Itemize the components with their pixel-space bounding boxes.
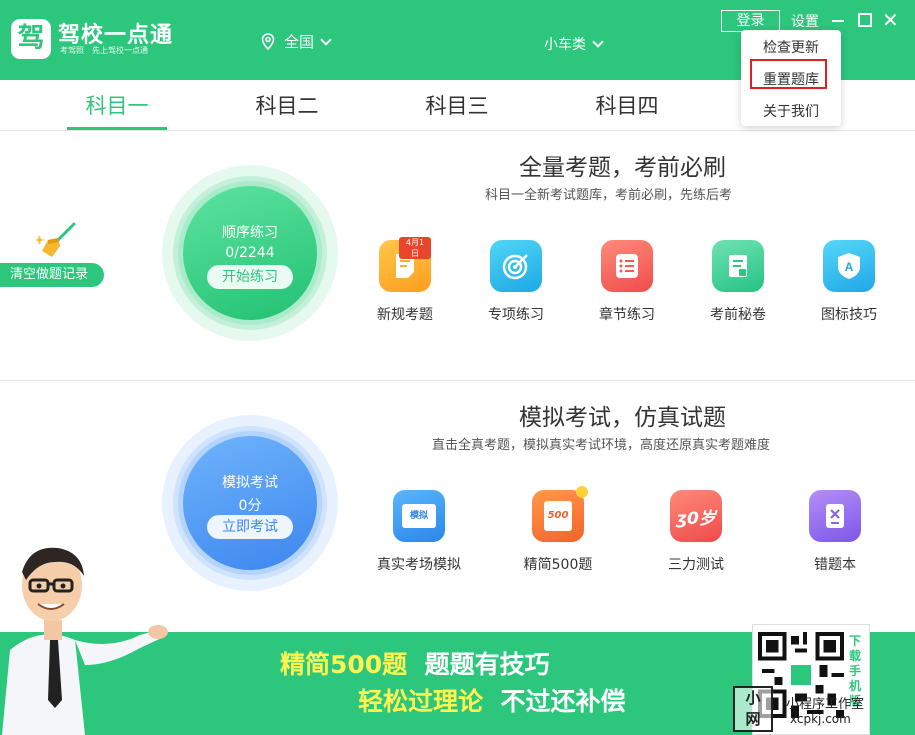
feature-label: 精简500题: [523, 557, 593, 573]
feature-label: 考前秘卷: [710, 307, 766, 323]
tab-subject-1[interactable]: 科目一: [67, 90, 167, 120]
clear-record-button[interactable]: 清空做题记录: [0, 263, 104, 287]
menu-item-check-update[interactable]: 检查更新: [741, 37, 841, 57]
watermark-badge-line-1: 小: [745, 689, 761, 707]
clipboard-500-icon: 500: [532, 486, 588, 542]
feature-label: 图标技巧: [821, 307, 877, 323]
practice-title: 全量考题，考前必刷: [519, 155, 726, 181]
clipboard-500-text: 500: [544, 501, 572, 531]
tab-subject-2[interactable]: 科目二: [237, 90, 337, 120]
feature-wrong-book[interactable]: 错题本: [780, 490, 890, 574]
feature-label: 真实考场模拟: [377, 557, 461, 573]
new-rules-icon: 4月1日: [379, 237, 431, 292]
menu-item-about[interactable]: 关于我们: [741, 101, 841, 121]
exam-title: 模拟考试，仿真试题: [519, 405, 726, 431]
banner-text-compensate: 不过还补偿: [500, 687, 626, 716]
tab-subject-3[interactable]: 科目三: [407, 90, 507, 120]
banner-text-pass: 轻松过理论: [358, 687, 484, 716]
feature-label: 三力测试: [668, 557, 724, 573]
exam-subtitle: 直击全真考题，模拟真实考试环境，高度还原真实考题难度: [432, 438, 771, 453]
feature-condensed-500[interactable]: 500 精简500题: [503, 486, 613, 574]
car-type-label: 小车类: [544, 37, 586, 53]
ability-test-icon: ʒ0岁: [670, 490, 722, 542]
watermark-badge: 小 网: [733, 686, 773, 732]
banner-text-500: 精简500题: [280, 650, 408, 679]
section-divider: [0, 380, 915, 381]
tab-subject-4[interactable]: 科目四: [577, 90, 677, 120]
mascot-illustration: [2, 547, 168, 735]
watermark-url: xcpkj.com: [790, 712, 851, 726]
watermark-badge-line-2: 网: [745, 710, 761, 728]
watermark-text: 小程序工作室: [786, 697, 865, 712]
target-icon: [490, 240, 542, 292]
chevron-down-icon: [320, 33, 332, 46]
feature-sign-tips[interactable]: A 图标技巧: [794, 240, 904, 324]
chevron-down-icon: [592, 36, 604, 48]
region-label: 全国: [284, 33, 315, 51]
login-button[interactable]: 登录: [721, 10, 780, 32]
feature-label: 错题本: [814, 557, 856, 573]
practice-progress: 0/2244: [225, 245, 275, 261]
feature-real-exam-sim[interactable]: 模拟 真实考场模拟: [364, 490, 474, 574]
scroll-icon: [712, 240, 764, 292]
exam-circle-title: 模拟考试: [222, 475, 278, 491]
highlight-box: [750, 59, 827, 89]
new-rules-badge: 4月1日: [399, 237, 431, 259]
banner-line-1: 精简500题 题题有技巧: [280, 645, 550, 681]
close-icon[interactable]: ✕: [882, 10, 899, 30]
car-type-selector[interactable]: 小车类: [544, 34, 604, 54]
settings-button[interactable]: 设置: [791, 11, 819, 31]
maximize-icon[interactable]: [858, 13, 872, 27]
banner-line-2: 轻松过理论 不过还补偿: [358, 682, 625, 718]
feature-label: 专项练习: [488, 307, 544, 323]
monitor-screen-text: 模拟: [402, 504, 436, 528]
wrong-book-icon: [809, 490, 861, 542]
minimize-icon[interactable]: [832, 20, 844, 22]
start-exam-button[interactable]: 立即考试: [207, 515, 293, 539]
app-slogan: 考驾照 先上驾校一点通: [60, 46, 148, 55]
practice-circle-title: 顺序练习: [222, 225, 278, 241]
active-tab-indicator: [67, 127, 167, 130]
feature-new-rules[interactable]: 4月1日 新规考题: [350, 237, 460, 324]
sign-icon: A: [823, 240, 875, 292]
list-icon: [601, 240, 653, 292]
feature-label: 新规考题: [377, 307, 433, 323]
feature-special-practice[interactable]: 专项练习: [461, 240, 571, 324]
feature-chapter-practice[interactable]: 章节练习: [572, 240, 682, 324]
svg-text:A: A: [845, 260, 854, 274]
feature-label: 章节练习: [599, 307, 655, 323]
monitor-icon: 模拟: [393, 490, 445, 542]
broom-icon: [36, 222, 76, 257]
banner-text-tips: 题题有技巧: [424, 650, 550, 679]
location-pin-icon: [261, 32, 275, 50]
crown-badge-icon: [576, 486, 588, 498]
region-selector[interactable]: 全国: [260, 31, 332, 52]
exam-score: 0分: [238, 498, 262, 514]
feature-pre-exam-paper[interactable]: 考前秘卷: [683, 240, 793, 324]
app-logo: 驾: [11, 19, 51, 59]
practice-subtitle: 科目一全新考试题库，考前必刷，先练后考: [485, 188, 733, 203]
start-practice-button[interactable]: 开始练习: [207, 265, 293, 289]
feature-three-ability-test[interactable]: ʒ0岁 三力测试: [641, 490, 751, 574]
